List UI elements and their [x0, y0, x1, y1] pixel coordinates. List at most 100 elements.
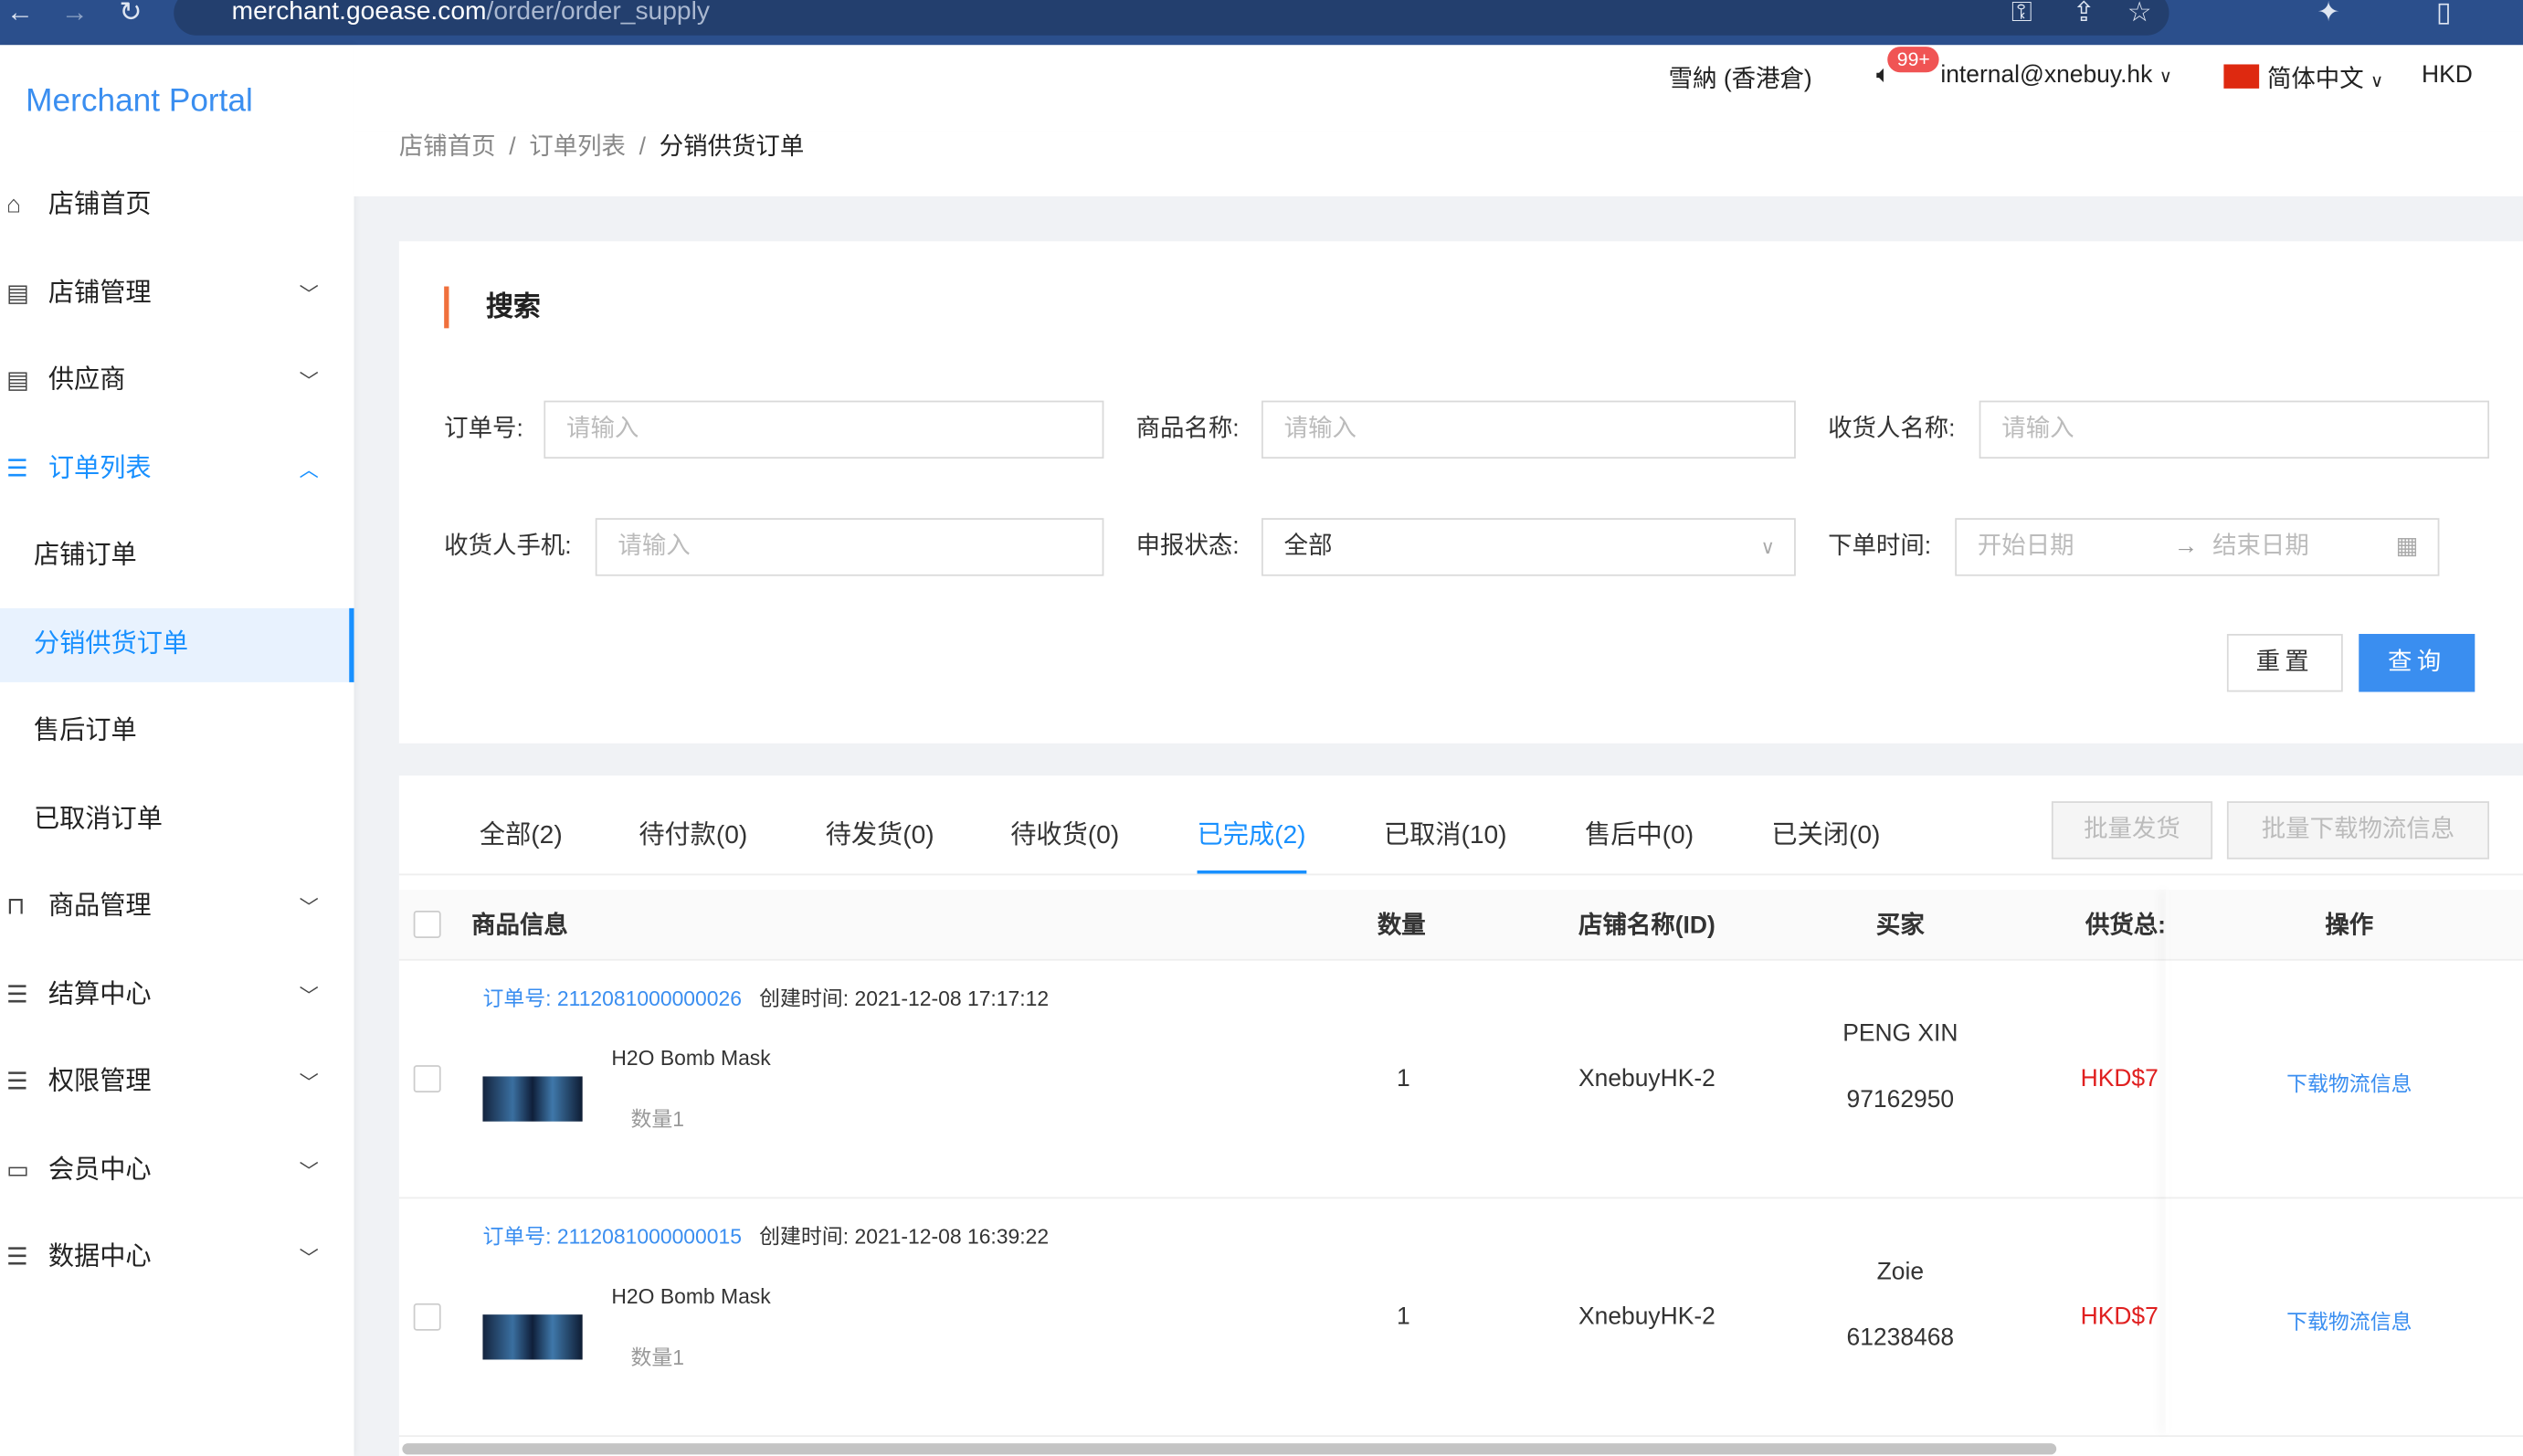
product-qty-note: 数量1 [630, 1345, 685, 1370]
sidebar-item-label: 供应商 [48, 366, 126, 395]
supply-total: HKD$7 [2080, 1303, 2159, 1331]
order-no[interactable]: 2112081000000015 [557, 1225, 742, 1249]
breadcrumb-current: 分销供货订单 [659, 133, 805, 162]
sidebar-item-12[interactable]: ☰ 数据中心 ﹀ [0, 1221, 354, 1295]
store-icon: ▤ [6, 279, 30, 307]
order-no-input[interactable]: 请输入 [544, 400, 1104, 459]
user-menu[interactable]: internal@xnebuy.hk ∨ [1940, 61, 2172, 89]
sidebar-item-label: 商品管理 [48, 892, 152, 921]
sidebar-item-10[interactable]: ☰ 权限管理 ﹀ [0, 1046, 354, 1120]
chevron-down-icon: ﹀ [299, 1159, 319, 1182]
column-buyer: 买家 [1875, 912, 1925, 940]
sidebar-item-0[interactable]: ⌂ 店铺首页 [0, 169, 354, 243]
user-email: internal@xnebuy.hk [1940, 60, 2153, 89]
sidebar-item-9[interactable]: ☰ 结算中心 ﹀ [0, 958, 354, 1032]
reset-button[interactable]: 重置 [2226, 634, 2343, 692]
calendar-icon: ▦ [2395, 533, 2419, 561]
breadcrumb-orders[interactable]: 订单列表 [529, 133, 626, 161]
row-checkbox[interactable] [413, 1303, 441, 1331]
currency-selector[interactable]: HKD [2422, 61, 2473, 89]
sidebar-item-label: 权限管理 [48, 1068, 152, 1096]
sidebar-item-7[interactable]: 已取消订单 [0, 783, 354, 857]
buyer-phone: 97162950 [1846, 1086, 1955, 1113]
id-card-icon: ▭ [6, 1155, 30, 1184]
created-time: 2021-12-08 17:17:12 [854, 986, 1050, 1011]
breadcrumb-home[interactable]: 店铺首页 [399, 133, 496, 161]
back-icon[interactable]: ← [6, 0, 34, 29]
sidebar-item-6[interactable]: 售后订单 [0, 695, 354, 769]
sidebar-item-11[interactable]: ▭ 会员中心 ﹀ [0, 1134, 354, 1208]
sidebar-item-label: 店铺首页 [48, 191, 152, 219]
row-checkbox[interactable] [413, 1065, 441, 1093]
horizontal-scrollbar[interactable] [402, 1443, 2057, 1455]
store-name: XnebuyHK-2 [1578, 1303, 1715, 1331]
app-logo[interactable]: Merchant Portal [26, 84, 253, 121]
sidebar-item-8[interactable]: ⊓ 商品管理 ﹀ [0, 870, 354, 944]
date-range-picker[interactable]: 开始日期 → 结束日期 ▦ [1955, 518, 2440, 576]
column-qty: 数量 [1377, 912, 1426, 940]
url-path: /order/order_supply [486, 0, 710, 26]
chevron-down-icon: ﹀ [299, 370, 319, 393]
list-icon: ☰ [6, 1243, 28, 1271]
address-bar[interactable]: merchant.goease.com/order/order_supply [174, 0, 2169, 36]
download-logistics-link[interactable]: 下载物流信息 [2286, 1067, 2412, 1097]
tabs-divider [398, 873, 2523, 876]
tab-2[interactable]: 待发货(0) [826, 813, 934, 874]
tab-5[interactable]: 已取消(10) [1384, 813, 1507, 874]
batch-download-button[interactable]: 批量下载物流信息 [2226, 801, 2490, 860]
order-no-label: 订单号: [482, 1224, 552, 1249]
download-logistics-link[interactable]: 下载物流信息 [2286, 1305, 2412, 1335]
product-name[interactable]: H2O Bomb Mask [611, 1046, 770, 1070]
key-icon[interactable]: ⚿ [2011, 0, 2032, 29]
batch-ship-button[interactable]: 批量发货 [2051, 801, 2213, 860]
sidebar-item-5[interactable]: 分销供货订单 [0, 607, 354, 681]
supply-total: HKD$7 [2080, 1065, 2159, 1093]
start-date[interactable]: 开始日期 [1978, 533, 2074, 560]
warehouse-selector[interactable]: 雪納 (香港倉) [1669, 61, 1812, 95]
forward-icon[interactable]: → [61, 0, 89, 29]
reload-icon[interactable]: ↻ [119, 0, 142, 29]
sidebar-item-label: 售后订单 [33, 717, 137, 745]
column-store: 店铺名称(ID) [1578, 912, 1715, 940]
declare-status-select[interactable]: 全部 ∨ [1262, 518, 1796, 576]
column-action: 操作 [2325, 912, 2374, 940]
sidebar-item-4[interactable]: 店铺订单 [0, 520, 354, 594]
column-product: 商品信息 [471, 912, 568, 940]
query-button[interactable]: 查询 [2359, 634, 2475, 692]
tab-6[interactable]: 售后中(0) [1585, 813, 1694, 874]
star-icon[interactable]: ☆ [2127, 0, 2152, 29]
browser-toolbar: ← → ↻ merchant.goease.com/order/order_su… [0, 0, 2523, 46]
receiver-phone-label: 收货人手机: [444, 533, 572, 561]
table-header [398, 890, 2523, 961]
sidebar-item-1[interactable]: ▤ 店铺管理 ﹀ [0, 257, 354, 331]
store-icon: ▤ [6, 366, 30, 395]
row-divider [398, 1435, 2523, 1438]
orders-card [398, 775, 2523, 1456]
sidebar-item-3[interactable]: ☰ 订单列表 ︿ [0, 432, 354, 506]
extensions-icon[interactable]: ✦ [2317, 0, 2340, 29]
share-icon[interactable]: ⇪ [2073, 0, 2095, 29]
sidebar-item-2[interactable]: ▤ 供应商 ﹀ [0, 344, 354, 418]
tab-7[interactable]: 已关闭(0) [1771, 813, 1880, 874]
tab-3[interactable]: 待收货(0) [1010, 813, 1119, 874]
language-selector[interactable]: 简体中文 ∨ [2267, 61, 2383, 95]
row-divider [398, 1197, 2523, 1199]
chevron-down-icon: ﹀ [299, 1247, 319, 1270]
tab-1[interactable]: 待付款(0) [639, 813, 747, 874]
product-name[interactable]: H2O Bomb Mask [611, 1284, 770, 1308]
tab-4[interactable]: 已完成(2) [1197, 813, 1306, 874]
order-header: 订单号: 2112081000000026 创建时间: 2021-12-08 1… [482, 982, 1049, 1012]
fixed-column-shadow [2166, 890, 2169, 1433]
product-name-input[interactable]: 请输入 [1262, 400, 1796, 459]
receiver-phone-input[interactable]: 请输入 [595, 518, 1104, 576]
tab-0[interactable]: 全部(2) [480, 813, 563, 874]
select-all-checkbox[interactable] [413, 911, 441, 938]
product-qty-note: 数量1 [630, 1106, 685, 1132]
order-no[interactable]: 2112081000000026 [557, 986, 742, 1010]
end-date[interactable]: 结束日期 [2212, 520, 2309, 575]
sidepanel-icon[interactable]: ▯ [2436, 0, 2451, 29]
chevron-down-icon: ﹀ [299, 282, 319, 305]
language-label: 简体中文 [2266, 66, 2364, 94]
search-title: 搜索 [444, 286, 541, 329]
receiver-name-input[interactable]: 请输入 [1979, 400, 2490, 459]
